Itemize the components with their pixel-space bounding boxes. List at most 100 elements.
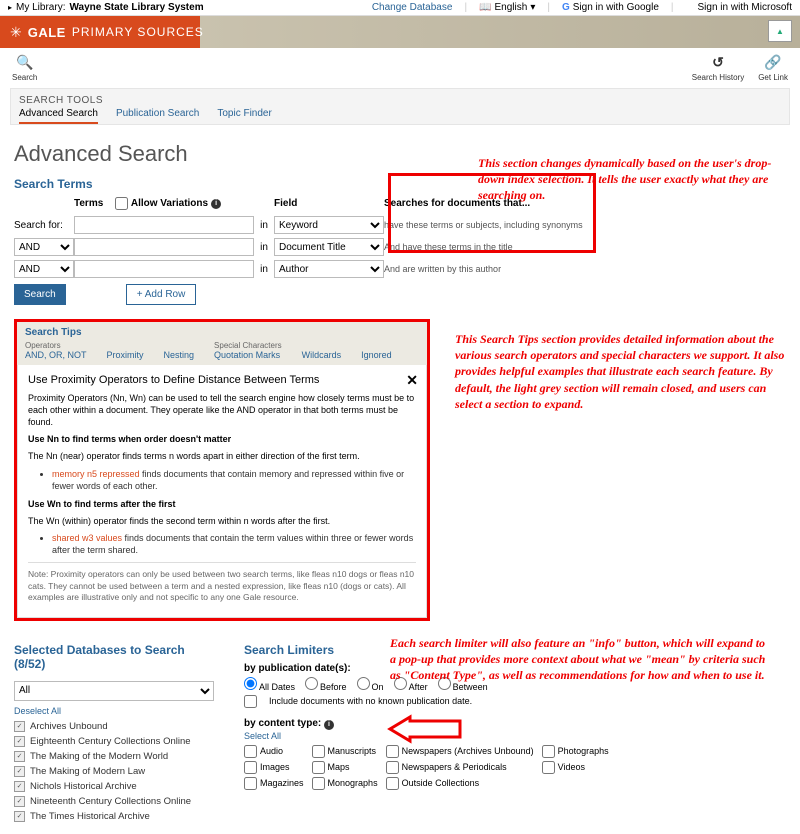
tips-sub1: Use Nn to find terms when order doesn't … <box>28 433 416 445</box>
tips-cat-operators[interactable]: AND, OR, NOT <box>25 350 87 360</box>
ct-outside[interactable]: Outside Collections <box>386 777 534 790</box>
library-name: Wayne State Library System <box>69 2 203 13</box>
tabs-title: SEARCH TOOLS <box>19 95 781 106</box>
database-list: ✓Archives Unbound ✓Eighteenth Century Co… <box>14 719 214 824</box>
search-history-tool[interactable]: ↺ Search History <box>692 54 744 82</box>
add-row-button[interactable]: + Add Row <box>126 284 197 305</box>
top-bar: ▸ My Library: Wayne State Library System… <box>0 0 800 16</box>
content-type-label: by content type: <box>244 718 321 729</box>
tips-ex2: shared w3 values finds documents that co… <box>52 532 416 556</box>
ct-audio[interactable]: Audio <box>244 745 304 758</box>
db-item[interactable]: ✓Eighteenth Century Collections Online <box>14 734 214 749</box>
tips-ex1: memory n5 repressed finds documents that… <box>52 468 416 492</box>
db-item[interactable]: ✓Nichols Historical Archive <box>14 779 214 794</box>
brand-banner: ✳ GALE PRIMARY SOURCES ▲ <box>0 16 800 48</box>
field-select-2[interactable]: Document Title <box>274 238 384 256</box>
search-tool[interactable]: 🔍 Search <box>12 54 37 82</box>
tips-p1: Proximity Operators (Nn, Wn) can be used… <box>28 392 416 428</box>
info-icon[interactable]: i <box>211 199 221 209</box>
operator-select-1[interactable]: AND <box>14 238 74 256</box>
partner-badge: ▲ <box>768 20 792 42</box>
db-item[interactable]: ✓Archives Unbound <box>14 719 214 734</box>
ct-images[interactable]: Images <box>244 761 304 774</box>
date-before[interactable]: Before <box>305 677 347 692</box>
date-on[interactable]: On <box>357 677 384 692</box>
db-item[interactable]: ✓The Making of the Modern World <box>14 749 214 764</box>
search-tips-panel: Search Tips OperatorsAND, OR, NOT Proxim… <box>14 319 430 621</box>
arrow-icon <box>390 717 460 744</box>
annotation-2: This Search Tips section provides detail… <box>455 331 785 412</box>
operator-select-2[interactable]: AND <box>14 260 74 278</box>
ct-maps[interactable]: Maps <box>312 761 378 774</box>
close-icon[interactable]: ✕ <box>406 371 418 390</box>
checkbox-icon: ✓ <box>14 721 25 732</box>
tips-cat-nesting[interactable]: Nesting <box>164 350 195 360</box>
db-item[interactable]: ✓Nineteenth Century Collections Online <box>14 794 214 809</box>
expand-icon[interactable]: ▸ <box>8 3 12 12</box>
tips-sub2: Use Wn to find terms after the first <box>28 498 416 510</box>
search-icon: 🔍 <box>16 54 33 71</box>
brand-primary-sources: PRIMARY SOURCES <box>72 25 204 39</box>
term-input-2[interactable] <box>74 238 254 256</box>
tips-cat-ignored[interactable]: Ignored <box>361 350 392 360</box>
database-filter-select[interactable]: All <box>14 681 214 701</box>
tab-advanced-search[interactable]: Advanced Search <box>19 108 98 124</box>
ct-newspapers-au[interactable]: Newspapers (Archives Unbound) <box>386 745 534 758</box>
main-toolbar: 🔍 Search ↺ Search History 🔗 Get Link <box>0 48 800 88</box>
library-label: My Library: <box>16 2 65 13</box>
language-selector[interactable]: 📖 English ▾ <box>479 2 535 13</box>
search-button[interactable]: Search <box>14 284 66 305</box>
ct-photographs[interactable]: Photographs <box>542 745 609 758</box>
info-icon[interactable]: i <box>324 720 334 730</box>
tab-topic-finder[interactable]: Topic Finder <box>217 108 271 124</box>
ct-videos[interactable]: Videos <box>542 761 609 774</box>
tips-cat-wildcards[interactable]: Wildcards <box>302 350 342 360</box>
field-select-1[interactable]: Keyword <box>274 216 384 234</box>
annotation-1: This section changes dynamically based o… <box>478 155 788 204</box>
brand-gale: GALE <box>28 25 66 40</box>
get-link-tool[interactable]: 🔗 Get Link <box>758 54 788 82</box>
explain-2: And have these terms in the title <box>384 242 584 252</box>
date-all[interactable]: All Dates <box>244 677 295 692</box>
databases-heading: Selected Databases to Search (8/52) <box>14 643 214 671</box>
ct-magazines[interactable]: Magazines <box>244 777 304 790</box>
db-item[interactable]: ✓The Times Historical Archive <box>14 809 214 824</box>
ct-manuscripts[interactable]: Manuscripts <box>312 745 378 758</box>
tips-p3: The Wn (within) operator finds the secon… <box>28 515 416 527</box>
field-col-header: Field <box>274 198 384 211</box>
tips-cat-quotation[interactable]: Quotation Marks <box>214 350 280 360</box>
field-select-3[interactable]: Author <box>274 260 384 278</box>
db-item[interactable]: ✓The Making of Modern Law <box>14 764 214 779</box>
search-tips-title: Search Tips <box>25 327 419 338</box>
change-database-link[interactable]: Change Database <box>372 2 453 13</box>
gale-logo-icon: ✳ <box>10 24 22 41</box>
allow-variations-checkbox[interactable] <box>115 197 128 210</box>
search-for-label: Search for: <box>14 220 74 231</box>
checkbox-icon: ✓ <box>14 796 25 807</box>
terms-col-header: Terms <box>74 198 103 209</box>
select-all-link[interactable]: Select All <box>244 731 281 741</box>
microsoft-signin[interactable]: Sign in with Microsoft <box>686 2 792 13</box>
tips-cat-proximity[interactable]: Proximity <box>107 350 144 360</box>
explain-3: And are written by this author <box>384 264 584 274</box>
checkbox-icon: ✓ <box>14 811 25 822</box>
tab-publication-search[interactable]: Publication Search <box>116 108 199 124</box>
checkbox-icon: ✓ <box>14 736 25 747</box>
google-signin[interactable]: G Sign in with Google <box>562 2 659 13</box>
include-unknown-date[interactable]: Include documents with no known publicat… <box>244 695 604 708</box>
term-input-1[interactable] <box>74 216 254 234</box>
ct-newspapers[interactable]: Newspapers & Periodicals <box>386 761 534 774</box>
search-terms-grid: Terms Allow Variations i Field Searches … <box>14 197 626 278</box>
search-tools-tabs: SEARCH TOOLS Advanced Search Publication… <box>10 88 790 125</box>
checkbox-icon: ✓ <box>14 751 25 762</box>
tips-body-title: Use Proximity Operators to Define Distan… <box>28 373 416 388</box>
explain-1: have these terms or subjects, including … <box>384 220 584 230</box>
checkbox-icon: ✓ <box>14 781 25 792</box>
term-input-3[interactable] <box>74 260 254 278</box>
link-icon: 🔗 <box>764 54 781 71</box>
checkbox-icon: ✓ <box>14 766 25 777</box>
ct-monographs[interactable]: Monographs <box>312 777 378 790</box>
deselect-all-link[interactable]: Deselect All <box>14 706 61 716</box>
allow-variations-label: Allow Variations <box>131 198 208 209</box>
tips-p2: The Nn (near) operator finds terms n wor… <box>28 450 416 462</box>
